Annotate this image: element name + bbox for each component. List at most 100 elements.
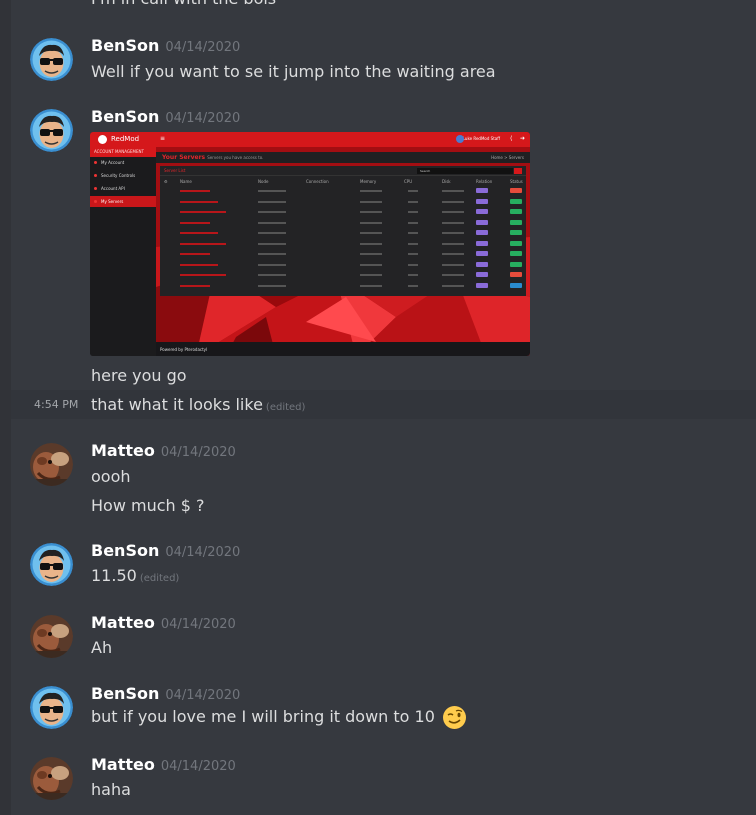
nav-my-servers: My Servers bbox=[90, 196, 156, 207]
message-timestamp[interactable]: 04/14/2020 bbox=[165, 545, 240, 560]
message-text: How much $ ? bbox=[91, 496, 205, 515]
username[interactable]: BenSon bbox=[91, 107, 159, 126]
sidebar-header-text: ACCOUNT MANAGEMENT bbox=[94, 149, 144, 154]
blurred-cell bbox=[258, 211, 286, 213]
message-header: BenSon 04/14/2020 bbox=[91, 684, 240, 704]
blurred-cell bbox=[258, 242, 286, 245]
inline-timestamp[interactable]: 4:54 PM bbox=[34, 398, 78, 411]
username[interactable]: BenSon bbox=[91, 541, 159, 560]
column-header: Connection bbox=[306, 179, 329, 184]
column-header: Memory bbox=[360, 179, 377, 184]
matteo-avatar[interactable] bbox=[30, 615, 73, 658]
blurred-cell bbox=[180, 200, 218, 203]
message-timestamp[interactable]: 04/14/2020 bbox=[161, 445, 236, 460]
server-row bbox=[160, 249, 526, 259]
username[interactable]: Matteo bbox=[91, 441, 155, 460]
edited-label: (edited) bbox=[265, 402, 306, 413]
blurred-cell bbox=[442, 221, 464, 224]
blurred-cell bbox=[360, 190, 382, 192]
chat-message-list[interactable]: I'm in call with the bois BenSon 04/14/20… bbox=[0, 0, 756, 815]
blurred-cell bbox=[360, 200, 382, 203]
benson-avatar[interactable] bbox=[30, 38, 73, 81]
relation-badge bbox=[476, 219, 488, 225]
footer-text: Powered by Pterodactyl bbox=[160, 347, 208, 352]
relation-badge bbox=[476, 251, 488, 256]
blurred-cell bbox=[180, 253, 210, 255]
page-titlebar: Your Servers Servers you have access to.… bbox=[156, 152, 530, 163]
status-badge bbox=[510, 230, 522, 235]
matteo-avatar[interactable] bbox=[30, 443, 73, 486]
message-timestamp[interactable]: 04/14/2020 bbox=[165, 40, 240, 55]
message-timestamp[interactable]: 04/14/2020 bbox=[161, 617, 236, 632]
relation-badge bbox=[476, 282, 488, 288]
message-text: oooh bbox=[91, 467, 131, 486]
blurred-cell bbox=[360, 211, 382, 213]
card-title: Server List bbox=[164, 168, 186, 173]
relation-badge bbox=[476, 230, 488, 235]
app-footer: Powered by Pterodactyl bbox=[156, 342, 530, 356]
message-header: Matteo 04/14/2020 bbox=[91, 755, 236, 775]
blurred-cell bbox=[408, 232, 418, 234]
app-name: RedMod bbox=[111, 135, 140, 143]
username[interactable]: BenSon bbox=[91, 684, 159, 703]
relation-badge bbox=[476, 198, 488, 204]
message-timestamp[interactable]: 04/14/2020 bbox=[165, 111, 240, 126]
blurred-cell bbox=[258, 274, 286, 276]
blurred-cell bbox=[442, 242, 464, 245]
blurred-cell bbox=[442, 284, 464, 287]
message-header: Matteo 04/14/2020 bbox=[91, 613, 236, 633]
app-main: Your Servers Servers you have access to.… bbox=[156, 147, 530, 356]
blurred-cell bbox=[180, 221, 210, 224]
matteo-avatar[interactable] bbox=[30, 757, 73, 800]
nav-my-account: My Account bbox=[90, 157, 156, 168]
share-icon: ⟨ bbox=[510, 135, 513, 142]
status-badge bbox=[510, 240, 522, 246]
blurred-cell bbox=[180, 190, 210, 192]
column-header: CPU bbox=[404, 179, 413, 184]
status-badge bbox=[510, 219, 522, 225]
message-header: Matteo 04/14/2020 bbox=[91, 441, 236, 461]
price-text: 11.50 bbox=[91, 566, 137, 585]
user-label: Luke RedMod Staff bbox=[462, 136, 500, 141]
message-timestamp[interactable]: 04/14/2020 bbox=[161, 759, 236, 774]
image-attachment[interactable]: RedMod ≡ Luke RedMod Staff ⟨ ➜ ACCOUNT M… bbox=[90, 132, 530, 356]
username[interactable]: BenSon bbox=[91, 36, 159, 55]
blurred-cell bbox=[442, 253, 464, 255]
search-input: Search bbox=[417, 168, 513, 174]
winking-face-emoji[interactable] bbox=[442, 705, 467, 730]
page-title: Your Servers Servers you have access to. bbox=[162, 154, 264, 161]
benson-avatar[interactable] bbox=[30, 543, 73, 586]
user-avatar-icon bbox=[456, 135, 464, 143]
message-timestamp[interactable]: 04/14/2020 bbox=[165, 688, 240, 703]
menu-icon: ≡ bbox=[160, 135, 166, 142]
server-row bbox=[160, 207, 526, 217]
nav-security-controls: Security Controls bbox=[90, 170, 156, 181]
server-row bbox=[160, 197, 526, 207]
benson-avatar[interactable] bbox=[30, 109, 73, 152]
message-text: but if you love me I will bring it down … bbox=[91, 705, 467, 730]
server-row bbox=[160, 239, 526, 249]
blurred-cell bbox=[258, 190, 286, 192]
blurred-cell bbox=[258, 232, 286, 234]
username[interactable]: Matteo bbox=[91, 755, 155, 774]
message-header: BenSon 04/14/2020 bbox=[91, 36, 240, 56]
benson-avatar[interactable] bbox=[30, 686, 73, 729]
offer-text: but if you love me I will bring it down … bbox=[91, 707, 435, 726]
server-row bbox=[160, 218, 526, 228]
username[interactable]: Matteo bbox=[91, 613, 155, 632]
status-badge bbox=[510, 188, 522, 193]
message-text: Ah bbox=[91, 638, 113, 657]
message-header: BenSon 04/14/2020 bbox=[91, 541, 240, 561]
app-topbar: RedMod ≡ Luke RedMod Staff ⟨ ➜ bbox=[90, 132, 530, 147]
sidebar-header: ACCOUNT MANAGEMENT bbox=[90, 147, 156, 157]
blurred-cell bbox=[442, 190, 464, 192]
blurred-cell bbox=[408, 253, 418, 255]
blurred-cell bbox=[408, 274, 418, 276]
relation-badge bbox=[476, 188, 488, 193]
status-badge bbox=[510, 209, 522, 214]
blurred-cell bbox=[258, 284, 286, 287]
redmod-logo-icon bbox=[98, 135, 107, 144]
status-badge bbox=[510, 261, 522, 267]
server-row bbox=[160, 186, 526, 196]
relation-badge bbox=[476, 240, 488, 246]
